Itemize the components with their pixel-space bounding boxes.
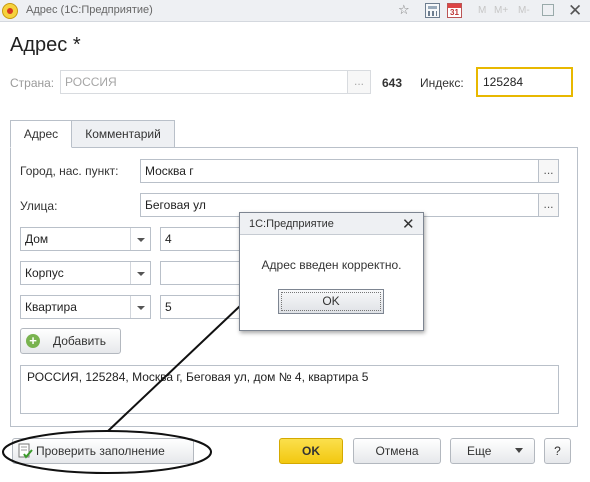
plus-icon: +: [26, 334, 40, 348]
dialog-message: Адрес введен корректно.: [261, 258, 402, 272]
dialog-title-bar: 1С:Предприятие ✕: [240, 213, 423, 235]
memory-subtract-button[interactable]: M-: [518, 5, 530, 16]
apartment-type-select[interactable]: Квартира: [20, 295, 151, 319]
add-field-button[interactable]: + Добавить: [20, 328, 121, 354]
more-button[interactable]: Еще: [450, 438, 535, 464]
calendar-icon[interactable]: 31: [447, 3, 462, 18]
check-filling-label: Проверить заполнение: [36, 444, 165, 458]
favorite-star-icon[interactable]: ☆: [398, 2, 413, 17]
chevron-down-icon[interactable]: [130, 296, 150, 318]
apartment-number-field[interactable]: 5: [160, 295, 250, 319]
help-button[interactable]: ?: [544, 438, 571, 464]
apartment-type-value: Квартира: [25, 300, 77, 314]
window-menu-icon[interactable]: [542, 4, 554, 16]
check-filling-button[interactable]: Проверить заполнение: [12, 438, 194, 464]
index-field[interactable]: 125284: [476, 67, 573, 97]
dialog-title: 1С:Предприятие: [249, 218, 334, 230]
checklist-icon: [18, 443, 33, 459]
memory-m-button[interactable]: M: [478, 5, 486, 16]
house-type-value: Дом: [25, 232, 49, 246]
tab-address[interactable]: Адрес: [10, 120, 72, 148]
cancel-button[interactable]: Отмена: [353, 438, 441, 464]
ok-button[interactable]: OK: [279, 438, 343, 464]
city-select-button[interactable]: ...: [538, 159, 559, 183]
country-select-button[interactable]: ...: [347, 70, 371, 94]
building-type-value: Корпус: [25, 266, 64, 280]
more-label: Еще: [467, 444, 492, 458]
street-label: Улица:: [20, 199, 58, 213]
address-summary: РОССИЯ, 125284, Москва г, Беговая ул, до…: [20, 365, 559, 414]
house-number-field[interactable]: 4: [160, 227, 250, 251]
city-label: Город, нас. пункт:: [20, 164, 119, 178]
building-type-select[interactable]: Корпус: [20, 261, 151, 285]
city-field[interactable]: Москва г: [140, 159, 540, 183]
house-type-select[interactable]: Дом: [20, 227, 151, 251]
chevron-down-icon[interactable]: [130, 262, 150, 284]
calculator-icon[interactable]: [425, 3, 440, 18]
chevron-down-icon: [515, 448, 523, 453]
index-label: Индекс:: [420, 76, 464, 90]
dialog-close-icon[interactable]: ✕: [402, 215, 415, 233]
window-title: Адрес (1С:Предприятие): [26, 4, 153, 16]
message-dialog: 1С:Предприятие ✕ Адрес введен корректно.…: [239, 212, 424, 331]
chevron-down-icon[interactable]: [130, 228, 150, 250]
street-select-button[interactable]: ...: [538, 193, 559, 217]
country-field[interactable]: РОССИЯ: [60, 70, 348, 94]
country-code: 643: [382, 76, 403, 90]
dialog-ok-button[interactable]: OK: [278, 289, 384, 314]
memory-add-button[interactable]: M+: [494, 5, 508, 16]
add-field-label: Добавить: [53, 334, 107, 348]
tab-comment[interactable]: Комментарий: [71, 120, 175, 148]
window-title-bar: Адрес (1С:Предприятие) ☆ 31 M M+ M- ✕: [0, 0, 590, 22]
form-title: Адрес *: [10, 34, 81, 56]
country-label: Страна:: [10, 76, 55, 90]
app-logo-icon: [2, 3, 18, 19]
close-window-icon[interactable]: ✕: [568, 1, 582, 21]
building-number-field[interactable]: [160, 261, 250, 285]
